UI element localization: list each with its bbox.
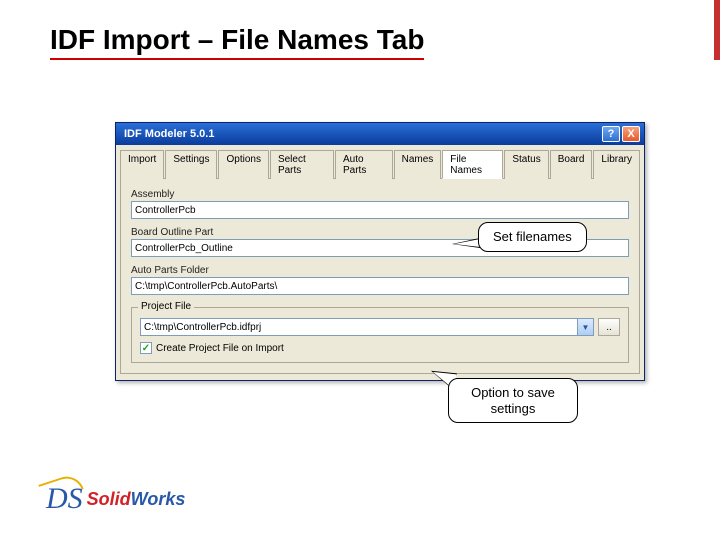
logo-ds-icon: DS xyxy=(46,482,83,516)
logo-solid: Solid xyxy=(87,489,131,509)
file-names-panel: Assembly Board Outline Part Auto Parts F… xyxy=(120,178,640,374)
tab-names[interactable]: Names xyxy=(394,150,442,179)
autoparts-folder-input[interactable] xyxy=(131,277,629,295)
tab-options[interactable]: Options xyxy=(218,150,268,179)
callout-save-settings: Option to save settings xyxy=(448,378,578,423)
tab-import[interactable]: Import xyxy=(120,150,164,179)
project-file-legend: Project File xyxy=(138,301,194,312)
slide-edge-decoration xyxy=(714,0,720,60)
tab-board[interactable]: Board xyxy=(550,150,593,179)
chevron-down-icon[interactable]: ▼ xyxy=(577,319,593,335)
project-file-group: Project File C:\tmp\ControllerPcb.idfprj… xyxy=(131,307,629,363)
browse-button[interactable]: .. xyxy=(598,318,620,336)
window-title: IDF Modeler 5.0.1 xyxy=(120,128,600,140)
tab-auto-parts[interactable]: Auto Parts xyxy=(335,150,393,179)
create-project-checkbox-row[interactable]: ✓ Create Project File on Import xyxy=(140,342,620,354)
assembly-label: Assembly xyxy=(131,189,629,200)
close-icon: X xyxy=(627,128,634,140)
autoparts-folder-label: Auto Parts Folder xyxy=(131,265,629,276)
tab-strip: Import Settings Options Select Parts Aut… xyxy=(116,145,644,178)
help-icon: ? xyxy=(608,128,615,140)
callout-tail-1 xyxy=(452,238,480,248)
tab-select-parts[interactable]: Select Parts xyxy=(270,150,334,179)
solidworks-logo: DS SolidWorks xyxy=(46,482,185,516)
slide-title: IDF Import – File Names Tab xyxy=(50,24,424,60)
create-project-checkbox[interactable]: ✓ xyxy=(140,342,152,354)
logo-works: Works xyxy=(131,489,186,509)
tab-status[interactable]: Status xyxy=(504,150,548,179)
project-file-combo[interactable]: C:\tmp\ControllerPcb.idfprj ▼ xyxy=(140,318,594,336)
titlebar[interactable]: IDF Modeler 5.0.1 ? X xyxy=(116,123,644,145)
close-button[interactable]: X xyxy=(622,126,640,142)
tab-library[interactable]: Library xyxy=(593,150,640,179)
create-project-label: Create Project File on Import xyxy=(156,343,284,354)
tab-file-names[interactable]: File Names xyxy=(442,150,503,179)
assembly-input[interactable] xyxy=(131,201,629,219)
help-button[interactable]: ? xyxy=(602,126,620,142)
project-file-value: C:\tmp\ControllerPcb.idfprj xyxy=(141,322,577,333)
callout-set-filenames: Set filenames xyxy=(478,222,587,252)
tab-settings[interactable]: Settings xyxy=(165,150,217,179)
